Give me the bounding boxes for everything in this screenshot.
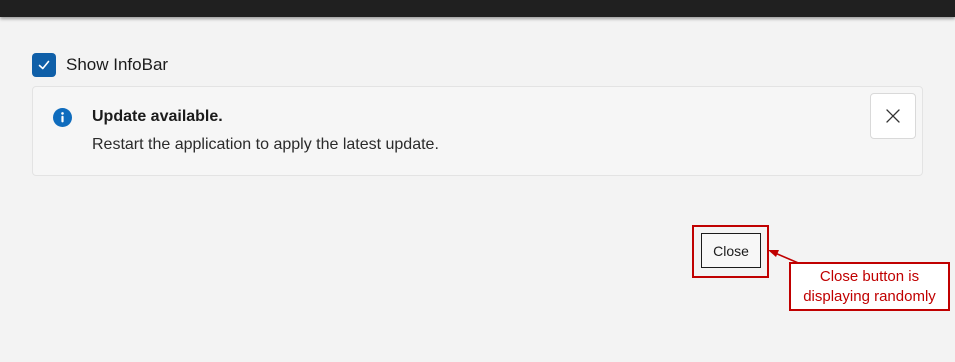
checkmark-icon	[38, 60, 50, 70]
info-icon	[53, 108, 72, 127]
close-icon	[886, 109, 900, 123]
show-infobar-label: Show InfoBar	[66, 55, 169, 74]
show-infobar-row[interactable]: Show InfoBar	[32, 53, 168, 77]
show-infobar-checkbox[interactable]	[32, 53, 56, 77]
infobar: Update available. Restart the applicatio…	[32, 86, 923, 176]
close-button[interactable]: Close	[701, 233, 761, 268]
infobar-dismiss-button[interactable]	[870, 93, 916, 139]
annotation-callout: Close button is displaying randomly	[789, 262, 950, 311]
infobar-message: Restart the application to apply the lat…	[92, 136, 439, 153]
window-top-strip	[0, 0, 955, 17]
infobar-title: Update available.	[92, 108, 223, 125]
